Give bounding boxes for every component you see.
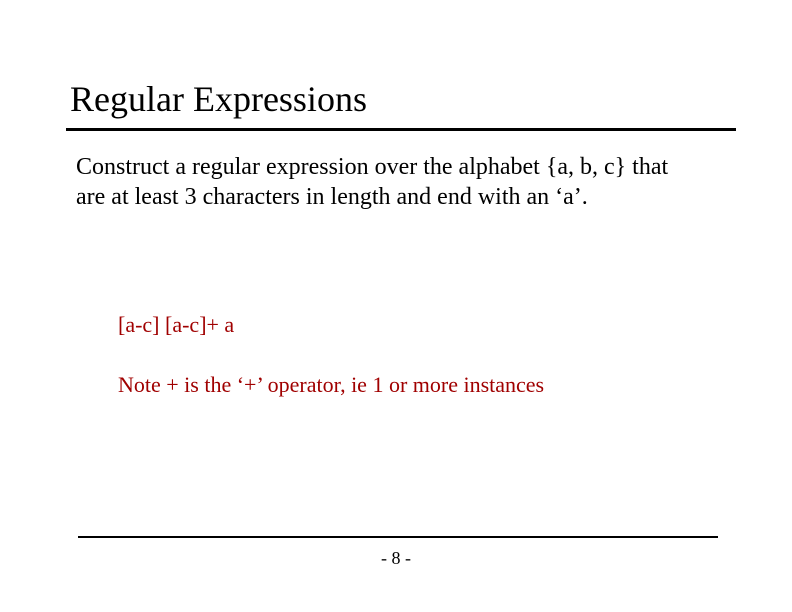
page-number: - 8 -: [0, 548, 792, 569]
regex-answer: [a-c] [a-c]+ a: [118, 312, 234, 338]
title-underline: [66, 128, 736, 131]
footer-divider: [78, 536, 718, 538]
slide-title: Regular Expressions: [70, 78, 367, 120]
problem-statement: Construct a regular expression over the …: [76, 152, 676, 212]
slide: Regular Expressions Construct a regular …: [0, 0, 792, 612]
operator-note: Note + is the ‘+’ operator, ie 1 or more…: [118, 372, 544, 398]
